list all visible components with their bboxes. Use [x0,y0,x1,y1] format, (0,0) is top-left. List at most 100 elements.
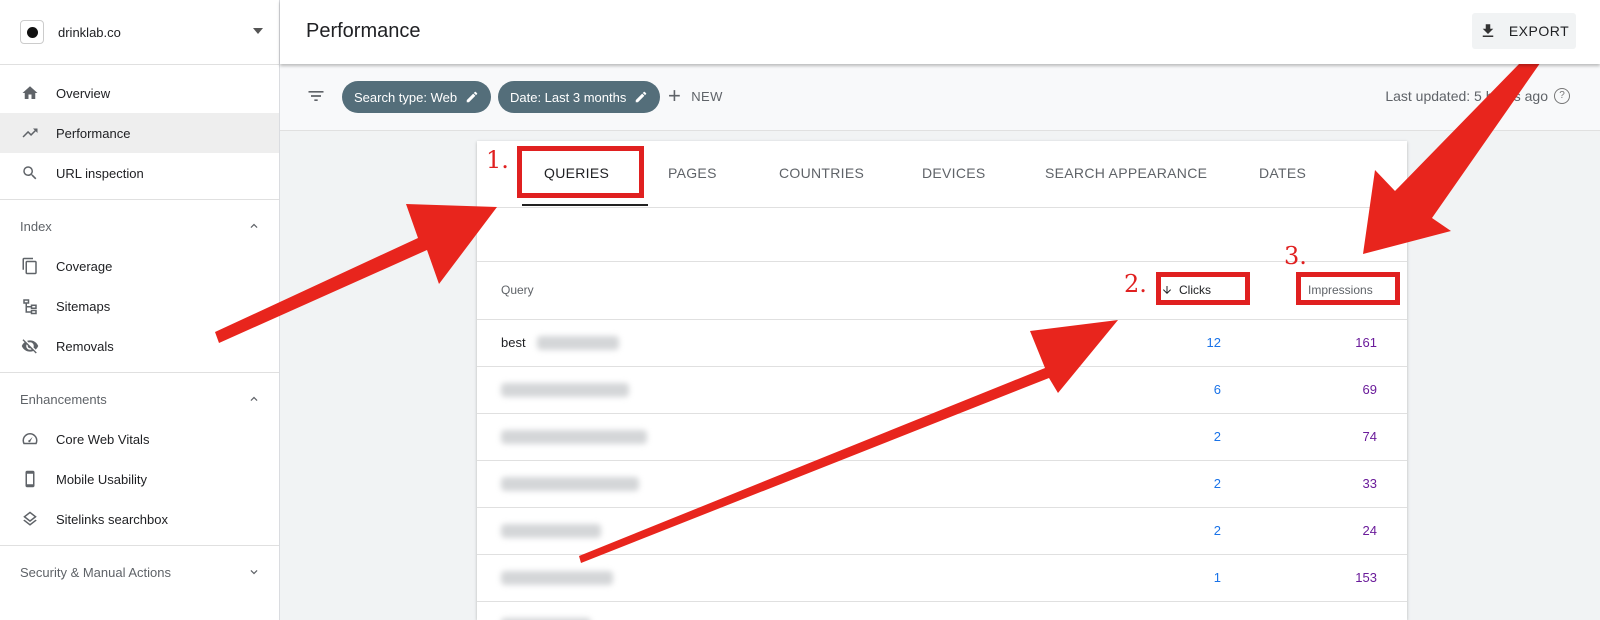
section-title: Enhancements [20,391,107,407]
property-name: drinklab.co [58,24,121,40]
annotation-label-3: 3. [1284,242,1307,270]
section-security-header[interactable]: Security & Manual Actions [0,552,279,592]
table-row[interactable]: 6 69 [477,367,1407,414]
export-label: EXPORT [1508,23,1570,39]
search-icon [20,163,40,183]
blurred-query-text [501,477,639,491]
table-header: Query Clicks Impressions [477,262,1407,320]
property-logo [20,20,44,44]
caret-down-icon[interactable] [253,28,263,34]
edit-pencil-icon [636,91,647,103]
highlight-box-clicks [1156,272,1250,305]
sidebar-item-label: Overview [56,85,111,101]
sidebar-item-core-web-vitals[interactable]: Core Web Vitals [0,419,279,459]
sitemap-icon [20,296,40,316]
clicks-cell: 1 [1213,570,1221,585]
section-title: Security & Manual Actions [20,564,172,580]
column-header-query[interactable]: Query [501,283,534,297]
layers-icon [20,509,40,529]
last-updated-text: Last updated: 5 hours ago [1385,88,1548,104]
new-filter-button[interactable]: + NEW [668,83,723,108]
sidebar-item-label: Performance [56,125,131,141]
export-button[interactable]: EXPORT [1472,13,1576,49]
impressions-cell: 153 [1355,570,1377,585]
sidebar-item-label: Coverage [56,258,113,274]
sidebar-item-label: Sitemaps [56,298,111,314]
sidebar-item-mobile-usability[interactable]: Mobile Usability [0,459,279,499]
eye-off-icon [20,336,40,356]
impressions-cell: 24 [1362,523,1377,538]
clicks-cell: 6 [1213,382,1221,397]
table-row[interactable] [477,602,1407,620]
sidebar-item-label: Removals [56,338,114,354]
blurred-query-text [501,524,601,538]
table-row[interactable]: 2 33 [477,461,1407,508]
new-label: NEW [691,88,723,104]
sidebar-item-sitelinks-searchbox[interactable]: Sitelinks searchbox [0,499,279,539]
blurred-query-text [537,336,619,350]
tab-search-appearance[interactable]: SEARCH APPEARANCE [1045,165,1207,181]
table-row[interactable]: 2 74 [477,414,1407,461]
sidebar-item-label: Core Web Vitals [56,431,150,447]
tab-devices[interactable]: DEVICES [922,165,986,181]
edit-pencil-icon [466,91,478,103]
tab-dates[interactable]: DATES [1259,165,1306,181]
table-row[interactable]: 1 153 [477,555,1407,602]
chip-date-range[interactable]: Date: Last 3 months [498,81,661,113]
blurred-query-text [501,430,647,444]
chevron-down-icon[interactable] [247,565,261,579]
page-title: Performance [306,20,421,42]
phone-icon [20,469,40,489]
sidebar-item-label: Sitelinks searchbox [56,511,168,527]
sidebar-item-performance[interactable]: Performance [0,113,279,153]
section-index-header[interactable]: Index [0,206,279,246]
chevron-up-icon[interactable] [247,392,261,406]
sidebar-item-label: URL inspection [56,165,144,181]
chip-label: Search type: Web [354,89,458,105]
clicks-cell: 2 [1213,523,1221,538]
table-row[interactable]: best 12 161 [477,320,1407,367]
help-icon[interactable]: ? [1554,88,1570,104]
annotation-label-1: 1. [486,146,509,174]
impressions-cell: 74 [1362,429,1377,444]
sidebar-item-overview[interactable]: Overview [0,73,279,113]
highlight-box-queries [517,146,644,198]
filter-rows-icon[interactable] [1375,222,1393,240]
tab-countries[interactable]: COUNTRIES [779,165,864,181]
annotation-label-2: 2. [1124,270,1147,298]
speedometer-icon [20,429,40,449]
table-row[interactable]: 2 24 [477,508,1407,555]
highlight-box-impressions [1296,272,1400,305]
property-selector[interactable]: drinklab.co [0,0,279,65]
sidebar-item-url-inspection[interactable]: URL inspection [0,153,279,193]
trending-up-icon [20,123,40,143]
sidebar-item-coverage[interactable]: Coverage [0,246,279,286]
chip-search-type[interactable]: Search type: Web [342,81,492,113]
copy-pages-icon [20,256,40,276]
query-cell: best [501,335,526,350]
filter-icon[interactable] [306,86,326,106]
top-header: Performance EXPORT [280,0,1600,64]
section-title: Index [20,218,52,234]
filter-bar: Search type: Web Date: Last 3 months + N… [280,64,1600,131]
sidebar-item-sitemaps[interactable]: Sitemaps [0,286,279,326]
home-icon [20,83,40,103]
download-icon [1482,24,1494,37]
clicks-cell: 12 [1206,335,1221,350]
clicks-cell: 2 [1213,429,1221,444]
section-enhancements-header[interactable]: Enhancements [0,379,279,419]
tab-pages[interactable]: PAGES [668,165,717,181]
sidebar-item-label: Mobile Usability [56,471,148,487]
sidebar-item-removals[interactable]: Removals [0,326,279,366]
report-card: QUERIES PAGES COUNTRIES DEVICES SEARCH A… [477,141,1407,620]
impressions-cell: 161 [1355,335,1377,350]
impressions-cell: 33 [1362,476,1377,491]
plus-icon: + [668,83,682,108]
sidebar: drinklab.co Overview Performance URL ins… [0,0,280,620]
chevron-up-icon[interactable] [247,219,261,233]
clicks-cell: 2 [1213,476,1221,491]
blurred-query-text [501,571,613,585]
table-toolbar [477,208,1407,262]
active-tab-indicator [522,204,648,206]
impressions-cell: 69 [1362,382,1377,397]
